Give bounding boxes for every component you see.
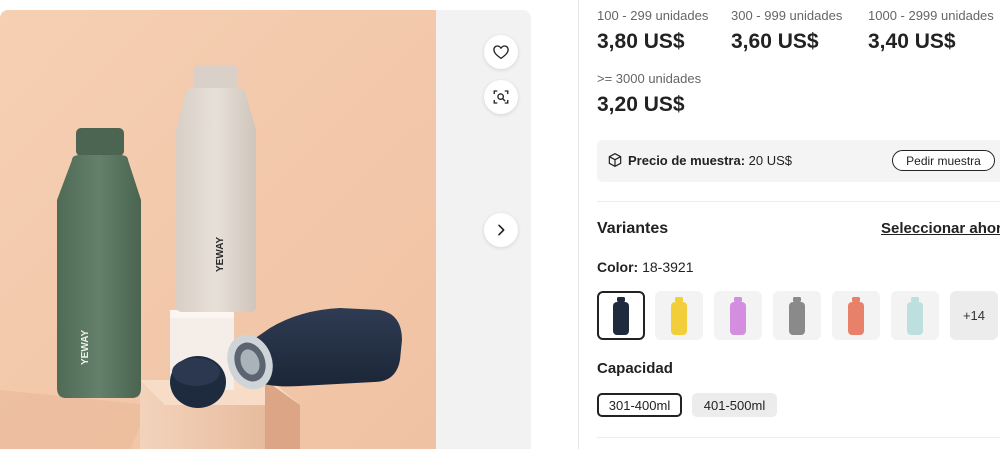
bottle-thumbnail — [730, 296, 746, 335]
price-tier: 300 - 999 unidades 3,60 US$ — [731, 8, 842, 54]
color-swatch-yellow[interactable] — [655, 291, 703, 340]
capacity-title: Capacidad — [597, 360, 673, 377]
product-details-panel: 100 - 299 unidades 3,80 US$ 300 - 999 un… — [597, 0, 1000, 449]
color-swatch-coral[interactable] — [832, 291, 880, 340]
sample-price-bar: Precio de muestra: 20 US$ Pedir muestra — [597, 140, 1000, 182]
capacity-option[interactable]: 301-400ml — [597, 393, 682, 417]
tier-price: 3,40 US$ — [868, 30, 956, 53]
capacity-option[interactable]: 401-500ml — [692, 393, 777, 417]
product-gallery: YEWAY YEWAY — [0, 10, 531, 449]
section-divider — [597, 437, 1000, 438]
color-swatch-mint[interactable] — [891, 291, 939, 340]
more-colors-button[interactable]: +14 — [950, 291, 998, 340]
order-sample-button[interactable]: Pedir muestra — [892, 150, 995, 171]
image-search-button[interactable] — [484, 80, 518, 114]
bottle-brand-label-2: YEWAY — [80, 329, 91, 365]
tier-price: 3,60 US$ — [731, 30, 819, 53]
color-value: 18-3921 — [638, 259, 694, 275]
image-search-icon — [493, 90, 509, 104]
sample-price-value: 20 US$ — [745, 153, 793, 168]
tier-price: 3,20 US$ — [597, 93, 685, 116]
variants-title: Variantes — [597, 220, 669, 237]
price-tier: 1000 - 2999 unidades 3,40 US$ — [868, 8, 994, 54]
section-divider — [597, 201, 1000, 202]
color-selection-label: Color: 18-3921 — [597, 259, 694, 275]
color-label: Color: — [597, 259, 639, 275]
bottle-thumbnail — [671, 296, 687, 335]
color-swatch-gray[interactable] — [773, 291, 821, 340]
bottle-thumbnail — [848, 296, 864, 335]
tier-price: 3,80 US$ — [597, 30, 685, 53]
price-tier: 100 - 299 unidades 3,80 US$ — [597, 8, 708, 54]
sample-price-text: Precio de muestra: 20 US$ — [628, 153, 792, 168]
color-swatch-pink[interactable] — [714, 291, 762, 340]
column-divider — [578, 0, 579, 449]
heart-outline-icon — [493, 45, 509, 60]
price-tier: >= 3000 unidades 3,20 US$ — [597, 71, 701, 117]
sample-price-label: Precio de muestra: — [628, 153, 746, 168]
bottle-thumbnail — [907, 296, 923, 335]
favorite-button[interactable] — [484, 35, 518, 69]
next-image-button[interactable] — [484, 213, 518, 247]
tier-quantity-range: >= 3000 unidades — [597, 71, 702, 86]
tier-quantity-range: 300 - 999 unidades — [731, 8, 843, 23]
bottle-thumbnail — [789, 296, 805, 335]
product-page: YEWAY YEWAY 100 - 299 unidades 3,80 US$ … — [0, 0, 1000, 449]
product-image[interactable]: YEWAY YEWAY — [0, 10, 436, 449]
tier-quantity-range: 100 - 299 unidades — [597, 8, 709, 23]
bottle-thumbnail — [613, 296, 629, 335]
tier-quantity-range: 1000 - 2999 unidades — [868, 8, 994, 23]
bottle-brand-label: YEWAY — [215, 236, 226, 272]
color-swatch-navy[interactable] — [597, 291, 645, 340]
chevron-right-icon — [498, 224, 505, 236]
select-now-link[interactable]: Seleccionar ahora — [881, 220, 1000, 237]
box-icon — [608, 153, 622, 167]
